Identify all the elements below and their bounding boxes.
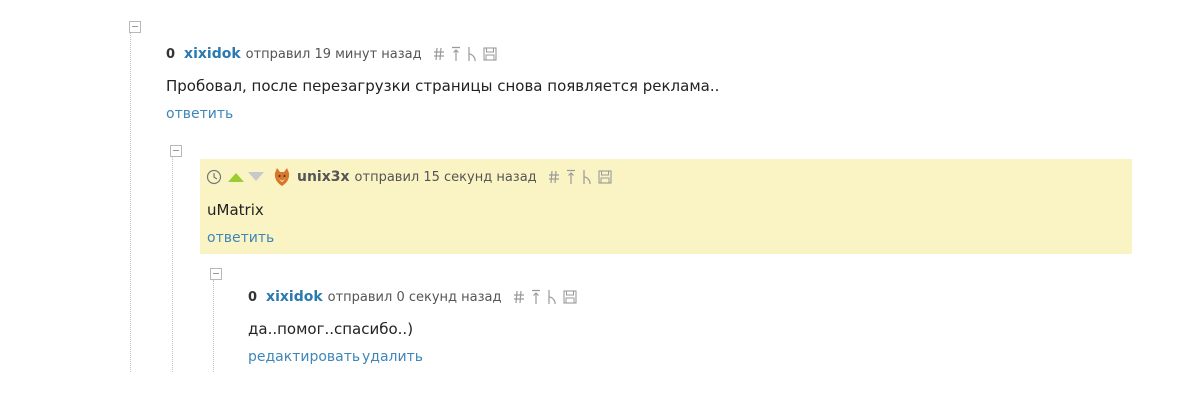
upvote-icon[interactable] [227,168,245,186]
clock-icon [206,168,222,186]
save-icon[interactable] [562,288,577,306]
thread-icon[interactable] [582,168,592,186]
reply-link[interactable]: ответить [166,106,233,122]
comment-posted-time: отправил 0 секунд назад [327,289,502,305]
thread-line [130,32,131,372]
downvote-icon[interactable] [247,168,265,186]
comment-author[interactable]: xixidok [184,46,241,62]
thread-icon[interactable] [547,288,557,306]
thread-line [172,156,173,372]
save-icon[interactable] [483,45,497,63]
comment-text: да..помог..спасибо..) [248,320,414,338]
collapse-icon[interactable] [170,145,182,157]
avatar[interactable] [273,167,291,187]
reply-link[interactable]: ответить [207,230,274,246]
thread-icon[interactable] [467,45,477,63]
comment-meta: 0 xixidok отправил 0 секунд назад [248,287,583,307]
parent-arrow-icon[interactable] [531,288,541,306]
delete-link[interactable]: удалить [362,349,423,365]
collapse-icon[interactable] [210,268,222,280]
hash-icon[interactable] [433,45,445,63]
comment-author[interactable]: xixidok [266,289,323,305]
comment-text: Пробовал, после перезагрузки страницы сн… [166,77,720,95]
comment-author[interactable]: unix3x [297,169,350,185]
save-icon[interactable] [598,168,612,186]
parent-arrow-icon[interactable] [451,45,461,63]
comment-thread: 0 xixidok отправил 19 минут назад Пробов… [0,0,1200,401]
comment-meta: unix3x отправил 15 секунд назад [206,167,618,187]
hash-icon[interactable] [548,168,560,186]
comment-posted-time: отправил 19 минут назад [245,46,422,62]
comment-score: 0 [166,46,176,62]
thread-line [213,280,214,372]
hash-icon[interactable] [513,288,525,306]
collapse-icon[interactable] [129,21,141,33]
comment-posted-time: отправил 15 секунд назад [354,169,537,185]
comment-score: 0 [248,289,258,305]
parent-arrow-icon[interactable] [566,168,576,186]
comment-meta: 0 xixidok отправил 19 минут назад [166,44,503,64]
edit-link[interactable]: редактировать [248,349,360,365]
comment-text: uMatrix [207,201,264,219]
